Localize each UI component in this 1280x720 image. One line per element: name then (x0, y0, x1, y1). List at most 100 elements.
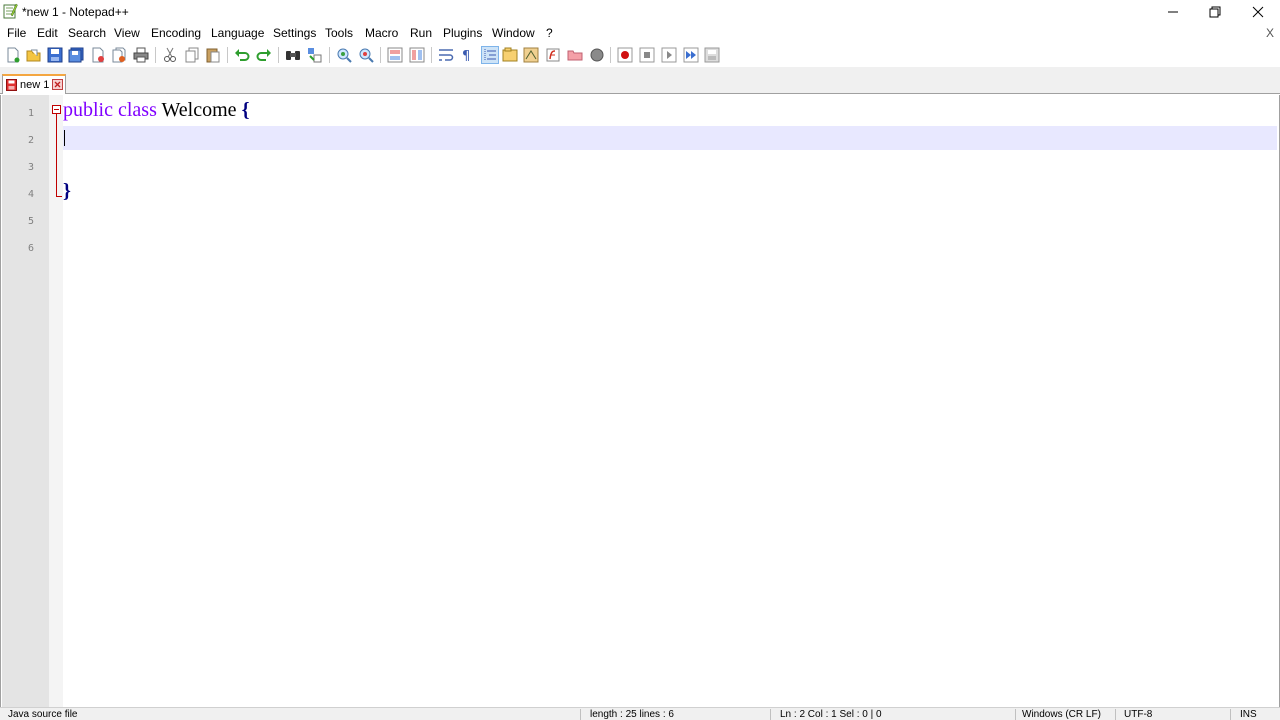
minimize-icon (1168, 11, 1178, 12)
close-icon (1252, 6, 1264, 17)
stop-recording-icon[interactable] (639, 47, 655, 63)
keyword-class: class (118, 99, 157, 121)
menu-edit[interactable]: Edit (37, 26, 58, 40)
status-eol[interactable]: Windows (CR LF) (1022, 709, 1101, 720)
line-number: 4 (27, 189, 34, 200)
zoom-out-icon[interactable] (358, 47, 374, 63)
monitoring-icon[interactable] (589, 47, 605, 63)
menu-run[interactable]: Run (410, 26, 432, 40)
status-encoding[interactable]: UTF-8 (1124, 709, 1152, 720)
menu-view[interactable]: View (114, 26, 140, 40)
sync-vertical-icon[interactable] (387, 47, 403, 63)
menu-search[interactable]: Search (68, 26, 106, 40)
save-icon[interactable] (47, 47, 63, 63)
open-file-icon[interactable] (26, 47, 42, 63)
class-name: Welcome (161, 99, 237, 121)
folder-as-workspace-icon[interactable] (567, 47, 583, 63)
toolbar-separator (329, 47, 330, 63)
undo-icon[interactable] (234, 47, 250, 63)
save-all-icon[interactable] (68, 47, 84, 63)
minimize-button[interactable] (1150, 0, 1196, 23)
menu-settings[interactable]: Settings (273, 26, 316, 40)
close-icon[interactable] (90, 47, 106, 63)
zoom-in-icon[interactable] (336, 47, 352, 63)
code-editor[interactable]: 1 2 3 4 5 6 public class Welcome { } (0, 95, 1280, 707)
tab-label: new 1 (20, 79, 50, 91)
code-line-1: public class Welcome { (63, 99, 249, 122)
toolbar: ¶ (0, 43, 1280, 67)
find-icon[interactable] (285, 47, 301, 63)
window-title: *new 1 - Notepad++ (22, 5, 129, 19)
close-all-icon[interactable] (111, 47, 127, 63)
menu-language[interactable]: Language (211, 26, 264, 40)
status-insert-mode: INS (1240, 709, 1257, 720)
run-macro-multiple-icon[interactable] (683, 47, 699, 63)
close-brace: } (63, 180, 71, 202)
print-icon[interactable] (133, 47, 149, 63)
save-macro-icon[interactable] (704, 47, 720, 63)
status-separator (1015, 709, 1016, 720)
word-wrap-icon[interactable] (438, 47, 454, 63)
menu-window[interactable]: Window (492, 26, 535, 40)
toolbar-separator (227, 47, 228, 63)
status-cursor-position: Ln : 2 Col : 1 Sel : 0 | 0 (780, 709, 882, 720)
menu-bar: File Edit Search View Encoding Language … (0, 23, 1280, 43)
title-bar[interactable]: *new 1 - Notepad++ (0, 0, 1280, 23)
indent-guide-icon[interactable] (481, 46, 499, 64)
open-brace: { (241, 99, 250, 121)
close-document-button[interactable]: X (1266, 26, 1274, 40)
new-file-icon[interactable] (5, 47, 21, 63)
fold-range-end (56, 196, 62, 197)
restore-button[interactable] (1192, 0, 1238, 23)
line-number: 5 (27, 216, 34, 227)
menu-tools[interactable]: Tools (325, 26, 353, 40)
current-line-highlight (63, 126, 1277, 150)
status-length-lines: length : 25 lines : 6 (590, 709, 674, 720)
function-list-icon[interactable] (545, 47, 561, 63)
code-line-4: } (63, 180, 71, 203)
status-bar: Java source file length : 25 lines : 6 L… (0, 707, 1280, 720)
tab-bar: new 1 (0, 67, 1280, 94)
text-caret (64, 130, 65, 146)
record-macro-icon[interactable] (617, 47, 633, 63)
redo-icon[interactable] (256, 47, 272, 63)
status-separator (1230, 709, 1231, 720)
toolbar-separator (380, 47, 381, 63)
menu-macro[interactable]: Macro (365, 26, 398, 40)
line-number: 6 (27, 243, 34, 254)
restore-icon (1209, 6, 1221, 17)
toolbar-separator (431, 47, 432, 63)
copy-icon[interactable] (184, 47, 200, 63)
menu-help[interactable]: ? (546, 26, 553, 40)
fold-range-line (56, 114, 57, 197)
toolbar-separator (155, 47, 156, 63)
document-map-icon[interactable] (523, 47, 539, 63)
menu-plugins[interactable]: Plugins (443, 26, 482, 40)
line-number: 1 (27, 108, 34, 119)
keyword-public: public (63, 99, 113, 121)
user-defined-language-icon[interactable] (502, 47, 518, 63)
menu-encoding[interactable]: Encoding (151, 26, 201, 40)
unsaved-file-icon (6, 79, 17, 91)
line-number: 3 (27, 162, 34, 173)
sync-horizontal-icon[interactable] (409, 47, 425, 63)
line-number-margin: 1 2 3 4 5 6 (2, 95, 49, 707)
close-window-button[interactable] (1235, 0, 1280, 23)
status-separator (770, 709, 771, 720)
fold-collapse-icon[interactable] (52, 105, 61, 114)
show-all-characters-icon[interactable]: ¶ (459, 47, 475, 63)
status-separator (1115, 709, 1116, 720)
line-number: 2 (27, 135, 34, 146)
replace-icon[interactable] (307, 47, 323, 63)
menu-file[interactable]: File (7, 26, 26, 40)
notepad-plus-plus-icon (3, 3, 18, 19)
toolbar-separator (610, 47, 611, 63)
cut-icon[interactable] (162, 47, 178, 63)
close-tab-icon[interactable] (52, 79, 63, 90)
status-separator (580, 709, 581, 720)
play-macro-icon[interactable] (661, 47, 677, 63)
status-file-type: Java source file (8, 709, 78, 720)
tab-new-1[interactable]: new 1 (2, 74, 66, 94)
svg-text:¶: ¶ (462, 49, 470, 63)
paste-icon[interactable] (205, 47, 221, 63)
